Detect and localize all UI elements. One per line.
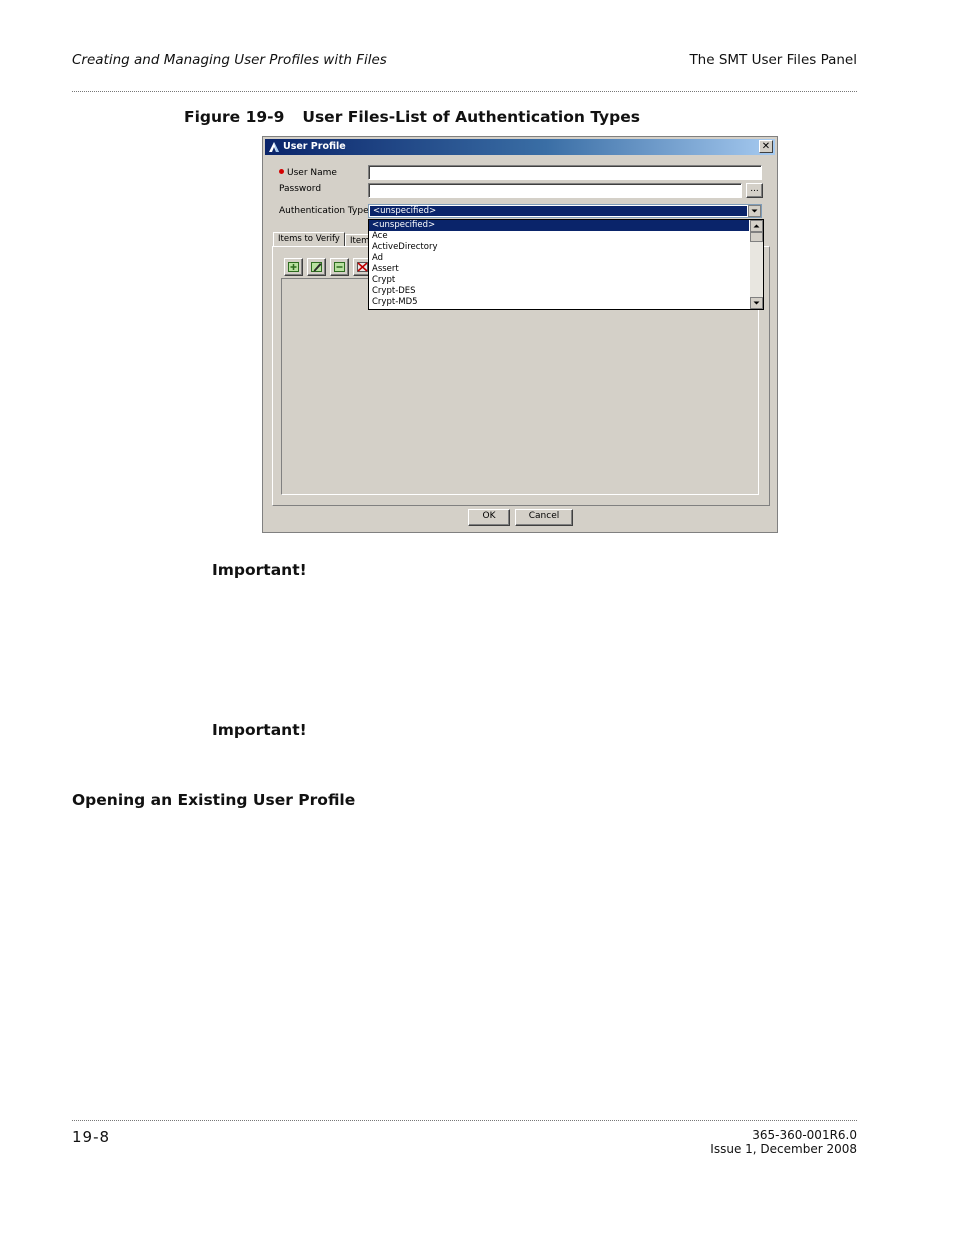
- user-name-input[interactable]: [368, 165, 762, 180]
- figure-caption: Figure 19-9 User Files-List of Authentica…: [184, 108, 640, 126]
- auth-type-label: Authentication Type: [279, 206, 369, 216]
- auth-option[interactable]: Ad: [369, 253, 749, 264]
- edit-icon: [311, 262, 322, 272]
- document-info: 365-360-001R6.0 Issue 1, December 2008: [710, 1128, 857, 1156]
- important-note-label-2: Important!: [212, 721, 307, 739]
- doc-number: 365-360-001R6.0: [752, 1128, 857, 1142]
- auth-option[interactable]: Crypt: [369, 275, 749, 286]
- auth-option[interactable]: Crypt-DES: [369, 286, 749, 297]
- auth-type-select[interactable]: <unspecified>: [368, 204, 762, 218]
- auth-type-value: <unspecified>: [370, 206, 747, 216]
- add-icon: [288, 262, 299, 272]
- user-profile-dialog: User Profile ✕ User Name Password ... Au…: [262, 136, 778, 533]
- cancel-button[interactable]: Cancel: [515, 509, 573, 526]
- auth-option[interactable]: Assert: [369, 264, 749, 275]
- app-logo-icon: [269, 142, 279, 152]
- figure-title: User Files-List of Authentication Types: [302, 108, 640, 126]
- tab-items-to-verify[interactable]: Items to Verify: [273, 232, 345, 247]
- ok-button[interactable]: OK: [468, 509, 510, 526]
- scroll-down-icon[interactable]: [750, 297, 763, 309]
- header-rule: [72, 91, 857, 92]
- remove-item-button[interactable]: [330, 258, 349, 276]
- password-browse-button[interactable]: ...: [746, 183, 763, 198]
- issue-date: Issue 1, December 2008: [710, 1142, 857, 1156]
- auth-option[interactable]: Crypt-MD5: [369, 297, 749, 308]
- remove-icon: [334, 262, 345, 272]
- scroll-up-icon[interactable]: [750, 220, 763, 232]
- running-header-chapter: Creating and Managing User Profiles with…: [72, 52, 387, 68]
- required-icon: [279, 169, 284, 174]
- close-button[interactable]: ✕: [759, 140, 773, 153]
- dialog-title: User Profile: [283, 141, 346, 152]
- page-number: 19-8: [72, 1128, 111, 1146]
- section-heading: Opening an Existing User Profile: [72, 791, 356, 809]
- chevron-down-icon[interactable]: [748, 205, 761, 217]
- auth-option[interactable]: ActiveDirectory: [369, 242, 749, 253]
- edit-item-button[interactable]: [307, 258, 326, 276]
- figure-number: Figure 19-9: [184, 108, 285, 126]
- add-item-button[interactable]: [284, 258, 303, 276]
- password-input[interactable]: [368, 183, 742, 198]
- running-header-section: The SMT User Files Panel: [689, 52, 857, 68]
- important-note-label: Important!: [212, 561, 307, 579]
- dialog-titlebar: User Profile ✕: [265, 139, 775, 155]
- dropdown-scrollbar[interactable]: [750, 220, 763, 309]
- auth-option[interactable]: <unspecified>: [369, 220, 749, 231]
- user-name-label: User Name: [279, 168, 337, 178]
- auth-type-dropdown-list[interactable]: <unspecified> Ace ActiveDirectory Ad Assert C…: [368, 219, 764, 310]
- close-icon: ✕: [761, 141, 771, 152]
- password-label: Password: [279, 184, 322, 194]
- scroll-thumb[interactable]: [750, 232, 763, 242]
- items-list-area: [281, 278, 759, 495]
- footer-rule: [72, 1120, 857, 1121]
- auth-option[interactable]: Ace: [369, 231, 749, 242]
